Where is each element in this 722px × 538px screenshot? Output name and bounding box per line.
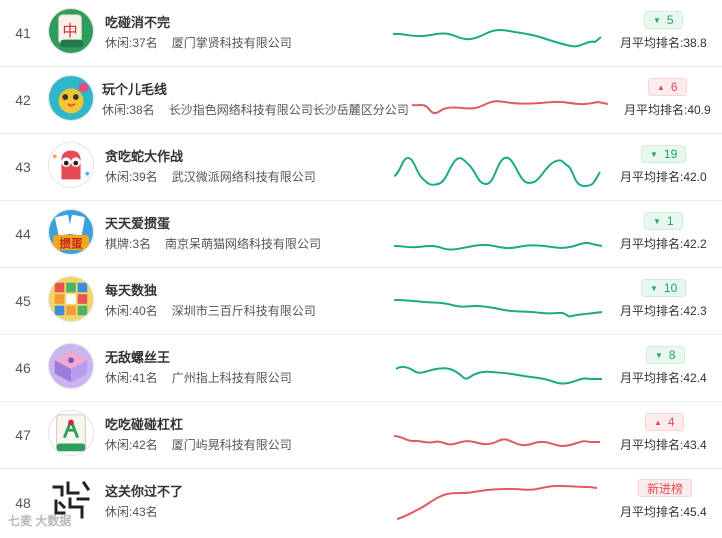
- trend-sparkline: [394, 156, 601, 188]
- app-name[interactable]: 每天数独: [105, 280, 157, 299]
- new-entry-badge: 新进榜: [638, 479, 693, 497]
- trend-sparkline: [396, 365, 602, 385]
- yarn-duck-icon[interactable]: [48, 75, 94, 121]
- list-item[interactable]: 47 吃吃碰碰杠杠 休闲:42名 厦门屿晃科技有限公司 ▲ 4 月平均排名:43.4: [0, 402, 722, 469]
- category-rank: 休闲:38名: [102, 103, 155, 117]
- new-entry-label: 新进榜: [647, 481, 684, 496]
- rank-change-value: 19: [663, 147, 678, 161]
- sudoku-grid-icon[interactable]: [48, 276, 94, 322]
- category-rank: 休闲:40名: [105, 304, 158, 318]
- category-rank: 休闲:37名: [105, 36, 158, 50]
- svg-text:中: 中: [62, 22, 77, 40]
- arrow-up-icon: ▲: [657, 82, 665, 92]
- monthly-average-rank: 月平均排名:40.9: [624, 103, 711, 117]
- app-name[interactable]: 吃碰消不完: [105, 12, 170, 31]
- app-meta: 休闲:40名 深圳市三百斤科技有限公司: [105, 302, 316, 319]
- rank-change-badge: ▼ 1: [644, 212, 683, 230]
- rank-number: 43: [15, 159, 31, 175]
- rank-number: 46: [15, 360, 31, 376]
- app-name[interactable]: 天天爱掼蛋: [105, 213, 170, 232]
- trend-sparkline: [394, 241, 603, 251]
- app-name[interactable]: 贪吃蛇大作战: [105, 146, 183, 165]
- company-name: 广州指上科技有限公司: [171, 371, 292, 385]
- rank-change-value: 6: [670, 80, 678, 94]
- trend-sparkline: [412, 100, 609, 115]
- arrow-down-icon: ▼: [653, 15, 661, 25]
- category-rank: 休闲:43名: [105, 505, 158, 519]
- list-item[interactable]: 41 中 吃碰消不完 休闲:37名 厦门掌贤科技有限公司 ▼ 5 月平均排名:38.…: [0, 0, 722, 67]
- rank-change-badge: ▼ 5: [644, 11, 683, 29]
- app-meta: 休闲:39名 武汉微派网络科技有限公司: [105, 168, 316, 185]
- rank-change-value: 10: [663, 281, 678, 295]
- list-item[interactable]: 43 贪吃蛇大作战 休闲:39名 武汉微派网络科技有限公司 ▼ 19 月平均排名:4…: [0, 134, 722, 201]
- company-name: 武汉微派网络科技有限公司: [171, 170, 316, 184]
- trend-sparkline: [393, 29, 602, 48]
- rank-change-value: 8: [668, 348, 676, 362]
- rank-change-badge: ▲ 4: [645, 413, 684, 431]
- company-name: 长沙指色网络科技有限公司长沙岳麓区分公司: [168, 103, 409, 117]
- category-rank: 棋牌:3名: [105, 237, 152, 251]
- monthly-average-rank: 月平均排名:45.4: [620, 505, 707, 519]
- list-item[interactable]: 45 每天数独 休闲:40名 深圳市三百斤科技有限公司 ▼ 10 月平均排名:4…: [0, 268, 722, 335]
- list-item[interactable]: 48 这关你过不了 休闲:43名 新进榜 月平均排名:45.4: [0, 469, 722, 536]
- app-meta: 休闲:42名 厦门屿晃科技有限公司: [105, 436, 292, 453]
- company-name: 南京呆萌猫网络科技有限公司: [165, 237, 322, 251]
- rank-change-badge: ▲ 6: [648, 78, 687, 96]
- app-name[interactable]: 吃吃碰碰杠杠: [105, 414, 183, 433]
- category-rank: 休闲:41名: [105, 371, 158, 385]
- list-item[interactable]: 44 掼蛋 天天爱掼蛋 棋牌:3名 南京呆萌猫网络科技有限公司 ▼ 1 月平均排名:…: [0, 201, 722, 268]
- arrow-down-icon: ▼: [650, 283, 658, 293]
- rank-change-badge: ▼ 10: [641, 279, 687, 297]
- rank-change-badge: ▼ 8: [646, 346, 685, 364]
- app-meta: 棋牌:3名 南京呆萌猫网络科技有限公司: [105, 235, 321, 252]
- monthly-average-rank: 月平均排名:42.0: [620, 170, 707, 184]
- rank-number: 42: [15, 92, 31, 108]
- screw-box-icon[interactable]: [48, 343, 94, 389]
- monthly-average-rank: 月平均排名:42.4: [620, 371, 707, 385]
- monthly-average-rank: 月平均排名:43.4: [620, 438, 707, 452]
- list-item[interactable]: 42 玩个儿毛线 休闲:38名 长沙指色网络科技有限公司长沙岳麓区分公司 ▲ 6 月…: [0, 67, 722, 134]
- ranking-list: 41 中 吃碰消不完 休闲:37名 厦门掌贤科技有限公司 ▼ 5 月平均排名:38.…: [0, 0, 722, 538]
- list-item[interactable]: 46 无敌螺丝王 休闲:41名 广州指上科技有限公司 ▼ 8 月平均排名:42.4: [0, 335, 722, 402]
- mahjong-zhong-icon[interactable]: 中: [48, 8, 94, 54]
- rank-change-badge: ▼ 19: [641, 145, 687, 163]
- guandan-cards-icon[interactable]: 掼蛋: [48, 209, 94, 255]
- app-name[interactable]: 玩个儿毛线: [102, 79, 167, 98]
- arrow-up-icon: ▲: [654, 417, 662, 427]
- company-name: 厦门屿晃科技有限公司: [171, 438, 292, 452]
- watermark-logo: 七麦 大数据: [8, 514, 72, 528]
- rank-number: 44: [15, 226, 31, 242]
- app-meta: 休闲:37名 厦门掌贤科技有限公司: [105, 34, 292, 51]
- monthly-average-rank: 月平均排名:38.8: [620, 36, 707, 50]
- svg-text:掼蛋: 掼蛋: [60, 236, 83, 250]
- monthly-average-rank: 月平均排名:42.3: [620, 304, 707, 318]
- app-meta: 休闲:38名 长沙指色网络科技有限公司长沙岳麓区分公司: [102, 101, 409, 118]
- app-name[interactable]: 这关你过不了: [105, 481, 183, 500]
- mahjong-bamboo-icon[interactable]: [48, 410, 94, 456]
- trend-sparkline: [394, 435, 600, 447]
- trend-sparkline: [394, 299, 603, 318]
- rank-change-value: 4: [667, 415, 675, 429]
- rank-number: 47: [15, 427, 31, 443]
- app-meta: 休闲:41名 广州指上科技有限公司: [105, 369, 292, 386]
- rank-number: 41: [15, 25, 31, 41]
- rank-change-value: 1: [666, 214, 674, 228]
- trend-sparkline: [397, 484, 598, 520]
- company-name: 深圳市三百斤科技有限公司: [171, 304, 316, 318]
- snake-face-icon[interactable]: [48, 142, 94, 188]
- company-name: 厦门掌贤科技有限公司: [171, 36, 292, 50]
- arrow-down-icon: ▼: [653, 216, 661, 226]
- category-rank: 休闲:42名: [105, 438, 158, 452]
- arrow-down-icon: ▼: [650, 149, 658, 159]
- app-name[interactable]: 无敌螺丝王: [105, 347, 170, 366]
- monthly-average-rank: 月平均排名:42.2: [620, 237, 707, 251]
- app-meta: 休闲:43名: [105, 503, 158, 520]
- rank-number: 45: [15, 293, 31, 309]
- category-rank: 休闲:39名: [105, 170, 158, 184]
- rank-change-value: 5: [666, 13, 674, 27]
- arrow-down-icon: ▼: [655, 350, 663, 360]
